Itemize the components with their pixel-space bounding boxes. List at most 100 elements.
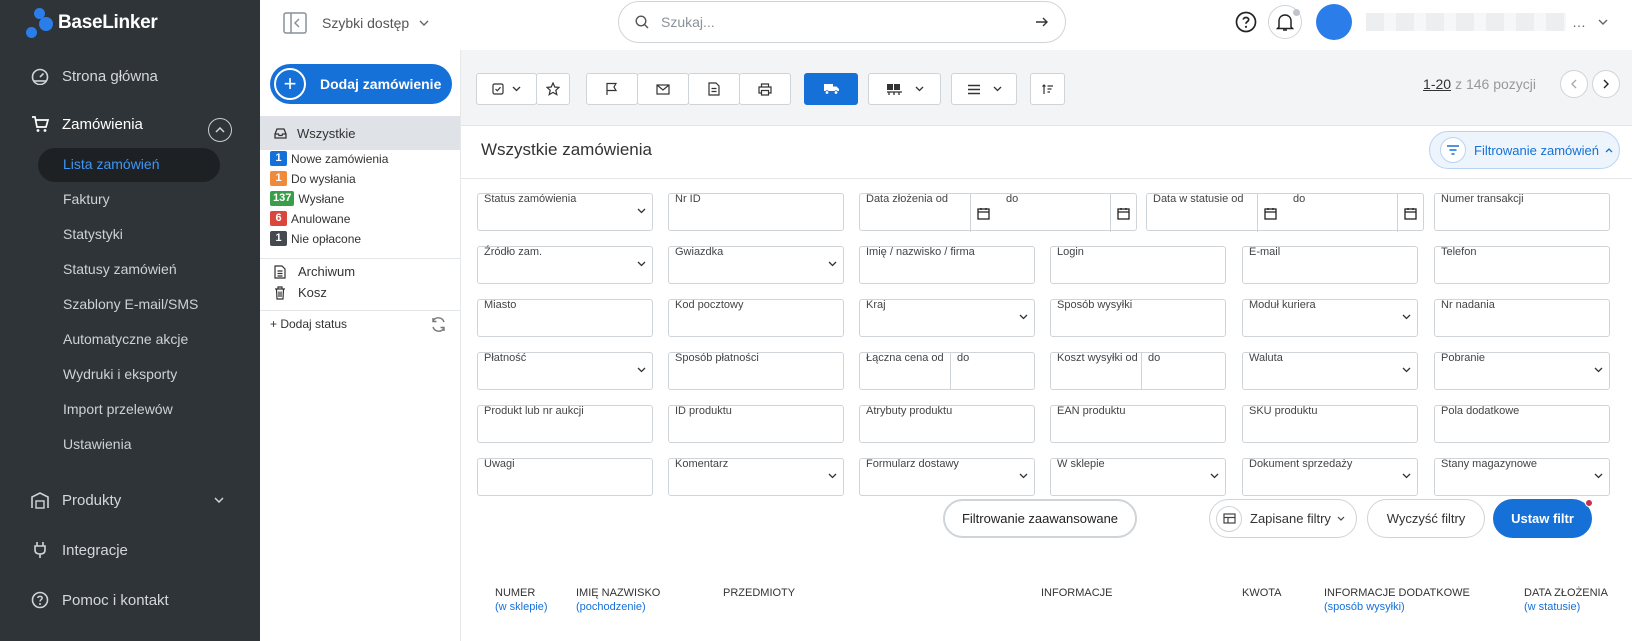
quick-access[interactable]: Szybki dostęp	[282, 10, 429, 36]
payment-method-input[interactable]: Sposób płatności	[668, 352, 844, 390]
pagination-range[interactable]: 1-20	[1423, 76, 1451, 92]
star-select[interactable]: Gwiazdka	[668, 246, 844, 284]
status-item[interactable]: 137 Wysłane	[270, 191, 344, 206]
add-status-link[interactable]: + Dodaj status	[270, 317, 347, 331]
calendar-button[interactable]	[1397, 194, 1423, 232]
nav-sub-order-statuses[interactable]: Statusy zamówień	[63, 261, 177, 277]
status-archive[interactable]: Archiwum	[274, 264, 355, 279]
postcode-input[interactable]: Kod pocztowy	[668, 299, 844, 337]
country-select[interactable]: Kraj	[859, 299, 1035, 337]
status-trash[interactable]: Kosz	[274, 285, 327, 300]
nav-integrations[interactable]: Integracje	[30, 540, 128, 560]
nav-home[interactable]: Strona główna	[30, 66, 158, 86]
select-dropdown-button[interactable]	[476, 73, 537, 105]
search-input[interactable]: Szukaj...	[661, 14, 1035, 30]
order-date-range[interactable]: Data złożenia od do	[859, 193, 1137, 232]
document-button[interactable]	[688, 73, 740, 105]
apply-filter-button[interactable]: Ustaw filtr	[1493, 499, 1592, 538]
shipping-cost-range[interactable]: Koszt wysyłki od do	[1050, 352, 1226, 390]
email-button[interactable]	[637, 73, 689, 105]
tracking-number-input[interactable]: Nr nadania	[1434, 299, 1610, 337]
column-header-name[interactable]: IMIĘ NAZWISKO (pochodzenie)	[576, 586, 660, 614]
comment-select[interactable]: Komentarz	[668, 458, 844, 496]
search-bar[interactable]: Szukaj...	[618, 1, 1066, 43]
column-header-number[interactable]: NUMER (w sklepie)	[495, 586, 548, 614]
column-header-date[interactable]: DATA ZŁOŻENIA (w statusie)	[1524, 586, 1608, 614]
delivery-form-select[interactable]: Formularz dostawy	[859, 458, 1035, 496]
nav-sub-templates[interactable]: Szablony E-mail/SMS	[63, 296, 198, 312]
filter-toggle-button[interactable]: Filtrowanie zamówień	[1429, 131, 1620, 169]
calendar-button[interactable]	[1110, 194, 1136, 232]
notifications-button[interactable]	[1268, 5, 1302, 39]
nav-sub-prints-exports[interactable]: Wydruki i eksporty	[63, 366, 177, 382]
status-item[interactable]: 1 Nie opłacone	[270, 231, 361, 246]
nav-sub-order-list[interactable]: Lista zamówień	[63, 156, 160, 172]
sku-input[interactable]: SKU produktu	[1242, 405, 1418, 443]
status-item[interactable]: 1 Do wysłania	[270, 171, 356, 186]
extra-fields-input[interactable]: Pola dodatkowe	[1434, 405, 1610, 443]
arrow-right-icon[interactable]	[1035, 16, 1049, 28]
status-item[interactable]: 1 Nowe zamówienia	[270, 151, 388, 166]
source-select[interactable]: Źródło zam.	[477, 246, 653, 284]
currency-select[interactable]: Waluta	[1242, 352, 1418, 390]
product-attributes-input[interactable]: Atrybuty produktu	[859, 405, 1035, 443]
column-header-amount[interactable]: KWOTA	[1242, 586, 1282, 600]
notes-input[interactable]: Uwagi	[477, 458, 653, 496]
status-select[interactable]: Status zamówienia	[477, 193, 653, 231]
status-all[interactable]: Wszystkie	[260, 116, 460, 150]
nav-sub-invoices[interactable]: Faktury	[63, 191, 110, 207]
nav-sub-automatic-actions[interactable]: Automatyczne akcje	[63, 331, 188, 347]
product-input[interactable]: Produkt lub nr aukcji	[477, 405, 653, 443]
status-date-range[interactable]: Data w statusie od do	[1146, 193, 1424, 232]
logo[interactable]: BaseLinker	[26, 8, 158, 38]
ean-input[interactable]: EAN produktu	[1050, 405, 1226, 443]
nav-products[interactable]: Produkty	[30, 490, 121, 510]
nav-sub-transfer-import[interactable]: Import przelewów	[63, 401, 173, 417]
menu-dropdown-button[interactable]	[951, 73, 1017, 105]
login-input[interactable]: Login	[1050, 246, 1226, 284]
total-price-range[interactable]: Łączna cena od do	[859, 352, 1035, 390]
flag-button[interactable]	[586, 73, 638, 105]
star-button[interactable]	[536, 73, 570, 105]
warehouse-dropdown-button[interactable]	[868, 73, 941, 105]
shipping-button[interactable]	[804, 73, 858, 105]
cod-select[interactable]: Pobranie	[1434, 352, 1610, 390]
clear-filters-button[interactable]: Wyczyść filtry	[1367, 499, 1485, 538]
orders-collapse-button[interactable]	[208, 118, 232, 142]
column-header-info[interactable]: INFORMACJE	[1041, 586, 1113, 600]
advanced-filter-button[interactable]: Filtrowanie zaawansowane	[943, 499, 1137, 538]
id-input[interactable]: Nr ID	[668, 193, 844, 231]
payment-select[interactable]: Płatność	[477, 352, 653, 390]
avatar[interactable]	[1316, 4, 1352, 40]
sales-document-select[interactable]: Dokument sprzedaży	[1242, 458, 1418, 496]
phone-input[interactable]: Telefon	[1434, 246, 1610, 284]
next-page-button[interactable]	[1592, 70, 1620, 98]
add-order-button[interactable]: + Dodaj zamówienie	[270, 64, 452, 104]
print-button[interactable]	[739, 73, 791, 105]
product-id-input[interactable]: ID produktu	[668, 405, 844, 443]
nav-sub-settings[interactable]: Ustawienia	[63, 436, 131, 452]
user-name-blurred[interactable]	[1366, 13, 1566, 31]
prev-page-button[interactable]	[1560, 70, 1588, 98]
courier-module-select[interactable]: Moduł kuriera	[1242, 299, 1418, 337]
chevron-down-icon[interactable]	[1598, 19, 1608, 25]
column-header-items[interactable]: PRZEDMIOTY	[723, 586, 795, 600]
sort-button[interactable]	[1030, 73, 1065, 105]
calendar-button[interactable]	[970, 194, 996, 232]
city-input[interactable]: Miasto	[477, 299, 653, 337]
help-button[interactable]	[1230, 6, 1262, 38]
saved-filters-button[interactable]: Zapisane filtry	[1209, 499, 1357, 538]
email-input[interactable]: E-mail	[1242, 246, 1418, 284]
name-input[interactable]: Imię / nazwisko / firma	[859, 246, 1035, 284]
chevron-down-icon[interactable]	[214, 497, 224, 503]
column-header-extra-info[interactable]: INFORMACJE DODATKOWE (sposób wysyłki)	[1324, 586, 1470, 614]
nav-sub-statistics[interactable]: Statystyki	[63, 226, 123, 242]
calendar-button[interactable]	[1257, 194, 1283, 232]
status-item[interactable]: 6 Anulowane	[270, 211, 350, 226]
shipping-method-input[interactable]: Sposób wysyłki	[1050, 299, 1226, 337]
shop-select[interactable]: W sklepie	[1050, 458, 1226, 496]
refresh-icon[interactable]	[430, 316, 447, 333]
transaction-input[interactable]: Numer transakcji	[1434, 193, 1610, 231]
stock-levels-select[interactable]: Stany magazynowe	[1434, 458, 1610, 496]
nav-orders[interactable]: Zamówienia	[30, 114, 143, 134]
